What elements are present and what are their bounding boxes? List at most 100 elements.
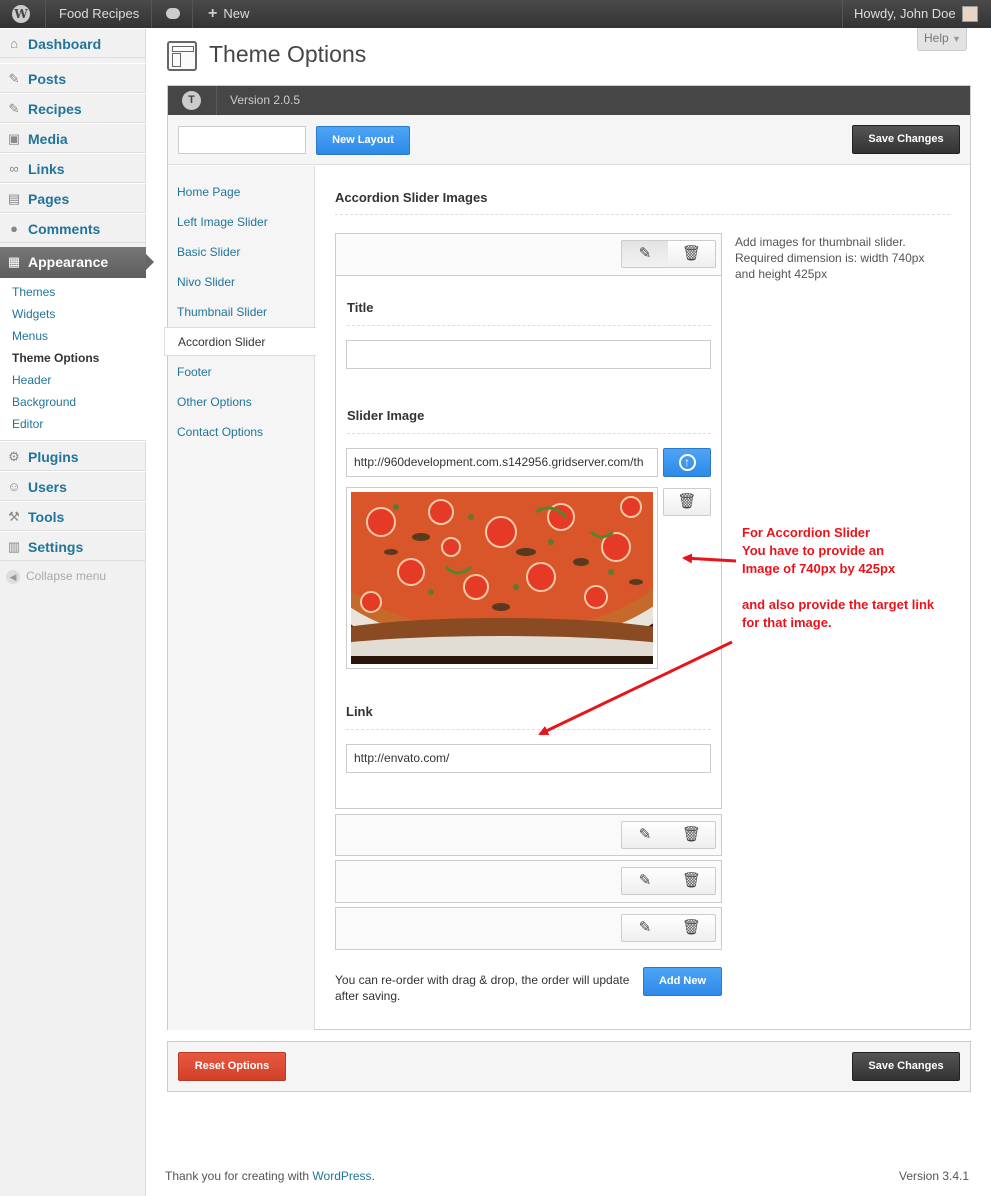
reset-options-button[interactable]: Reset Options: [178, 1052, 286, 1081]
sidebar-item-dashboard[interactable]: ⌂ Dashboard: [0, 28, 146, 58]
footer-thanks-text: Thank you for creating with: [165, 1169, 310, 1183]
footer-credit: Thank you for creating with WordPress.: [165, 1169, 375, 1183]
chevron-down-icon: ▼: [952, 34, 961, 44]
delete-slide-button[interactable]: 🗑: [668, 914, 716, 942]
admin-bar: W Food Recipes + New Howdy, John Doe: [0, 0, 991, 28]
plus-icon: +: [208, 5, 218, 22]
nav-item-basic-slider[interactable]: Basic Slider: [177, 242, 240, 262]
account-menu[interactable]: Howdy, John Doe: [842, 0, 991, 28]
upload-icon: ↑: [678, 454, 696, 471]
pencil-icon: ✎: [638, 245, 652, 262]
sidebar-item-label: Appearance: [28, 254, 109, 270]
edit-slide-button[interactable]: ✎: [621, 914, 669, 942]
layout-name-input[interactable]: [178, 126, 306, 154]
sidebar-item-label: Settings: [28, 539, 84, 555]
appearance-icon: ▦: [7, 254, 21, 269]
sidebar-item-label: Comments: [28, 221, 101, 237]
settings-icon: ▥: [7, 539, 21, 554]
collapse-arrow-icon: ◀: [6, 570, 20, 584]
admin-sidebar: ⌂ Dashboard ✎ Posts ✎ Recipes ▣ Media ∞ …: [0, 28, 154, 1196]
sidebar-item-comments[interactable]: ● Comments: [0, 213, 146, 243]
delete-slide-button[interactable]: 🗑: [668, 821, 716, 849]
link-field-label: Link: [346, 704, 373, 719]
add-new-button[interactable]: Add New: [643, 967, 722, 996]
submenu-item-menus[interactable]: Menus: [12, 325, 48, 347]
sidebar-item-media[interactable]: ▣ Media: [0, 123, 146, 153]
trash-icon: 🗑: [681, 826, 702, 843]
sidebar-item-plugins[interactable]: ⚙ Plugins: [0, 441, 146, 471]
save-changes-button-top[interactable]: Save Changes: [852, 125, 960, 154]
site-name-link[interactable]: Food Recipes: [47, 0, 152, 28]
new-content-menu[interactable]: + New: [194, 0, 264, 28]
pizza-image: [351, 492, 653, 664]
annotation-text: For Accordion Slider You have to provide…: [742, 524, 934, 632]
nav-item-other-options[interactable]: Other Options: [177, 392, 252, 412]
slide-link-input[interactable]: http://envato.com/: [346, 744, 711, 773]
sidebar-item-label: Plugins: [28, 449, 79, 465]
sidebar-item-tools[interactable]: ⚒ Tools: [0, 501, 146, 531]
sidebar-item-appearance[interactable]: ▦ Appearance: [0, 247, 154, 278]
collapse-menu-button[interactable]: ◀ Collapse menu: [6, 569, 106, 584]
nav-item-contact-options[interactable]: Contact Options: [177, 422, 263, 442]
pin-icon: ✎: [8, 71, 20, 86]
sidebar-item-pages[interactable]: ▤ Pages: [0, 183, 146, 213]
wordpress-logo-menu[interactable]: W: [0, 0, 46, 28]
submenu-item-header[interactable]: Header: [12, 369, 51, 391]
new-layout-button[interactable]: New Layout: [316, 126, 410, 155]
howdy-label: Howdy, John Doe: [854, 6, 956, 21]
media-icon: ▣: [7, 131, 21, 146]
help-tab[interactable]: Help ▼: [917, 28, 967, 51]
sidebar-item-label: Media: [28, 131, 68, 147]
users-icon: ☺: [7, 479, 21, 494]
theme-version: Version 2.0.5: [230, 93, 301, 107]
annotation-line: and also provide the target link: [742, 597, 935, 612]
comments-link[interactable]: [153, 0, 193, 28]
nav-item-thumbnail-slider[interactable]: Thumbnail Slider: [177, 302, 267, 322]
submenu-item-editor[interactable]: Editor: [12, 413, 43, 435]
trash-icon: 🗑: [681, 245, 702, 262]
theme-options-page-icon: [167, 41, 197, 71]
slider-image-url-input[interactable]: http://960development.com.s142956.gridse…: [346, 448, 658, 477]
theme-logo-icon: T: [182, 91, 201, 110]
nav-item-accordion-slider[interactable]: Accordion Slider: [164, 327, 316, 356]
edit-slide-button[interactable]: ✎: [621, 821, 669, 849]
submenu-item-themes[interactable]: Themes: [12, 281, 55, 303]
edit-slide-button[interactable]: ✎: [621, 867, 669, 895]
slider-image-preview: [346, 487, 658, 669]
delete-slide-button[interactable]: 🗑: [668, 867, 716, 895]
footer-period: .: [371, 1169, 375, 1183]
nav-item-footer[interactable]: Footer: [177, 362, 212, 382]
header-divider: [216, 86, 217, 115]
nav-item-left-image-slider[interactable]: Left Image Slider: [177, 212, 268, 232]
sidebar-item-recipes[interactable]: ✎ Recipes: [0, 93, 146, 123]
sidebar-item-links[interactable]: ∞ Links: [0, 153, 146, 183]
annotation-line: Image of 740px by 425px: [742, 561, 896, 576]
sidebar-item-label: Dashboard: [28, 36, 102, 52]
annotation-line: You have to provide an: [742, 543, 885, 558]
section-help-text: Add images for thumbnail slider. Require…: [735, 235, 925, 281]
sidebar-item-settings[interactable]: ▥ Settings: [0, 531, 146, 561]
slide-title-input[interactable]: [346, 340, 711, 369]
link-icon: ∞: [9, 161, 19, 176]
reorder-note: You can re-order with drag & drop, the o…: [335, 973, 630, 1003]
page-title: Theme Options: [209, 41, 367, 67]
edit-slide-button[interactable]: ✎: [621, 240, 669, 268]
nav-item-home-page[interactable]: Home Page: [177, 182, 240, 202]
sidebar-item-users[interactable]: ☺ Users: [0, 471, 146, 501]
nav-item-nivo-slider[interactable]: Nivo Slider: [177, 272, 235, 292]
sidebar-item-posts[interactable]: ✎ Posts: [0, 63, 146, 93]
plugin-icon: ⚙: [8, 449, 20, 464]
appearance-submenu: Themes Widgets Menus Theme Options Heade…: [0, 278, 146, 441]
collapse-menu-label: Collapse menu: [26, 569, 107, 583]
current-arrow-icon: [146, 254, 154, 270]
submenu-item-widgets[interactable]: Widgets: [12, 303, 55, 325]
remove-image-button[interactable]: 🗑: [663, 488, 711, 516]
delete-slide-button[interactable]: 🗑: [668, 240, 716, 268]
pages-icon: ▤: [7, 191, 21, 206]
save-changes-button-bottom[interactable]: Save Changes: [852, 1052, 960, 1081]
upload-image-button[interactable]: ↑: [663, 448, 711, 477]
submenu-item-theme-options[interactable]: Theme Options: [12, 347, 99, 369]
wordpress-link[interactable]: WordPress: [312, 1169, 371, 1183]
submenu-item-background[interactable]: Background: [12, 391, 76, 413]
panel-header: T Version 2.0.5: [168, 86, 970, 115]
